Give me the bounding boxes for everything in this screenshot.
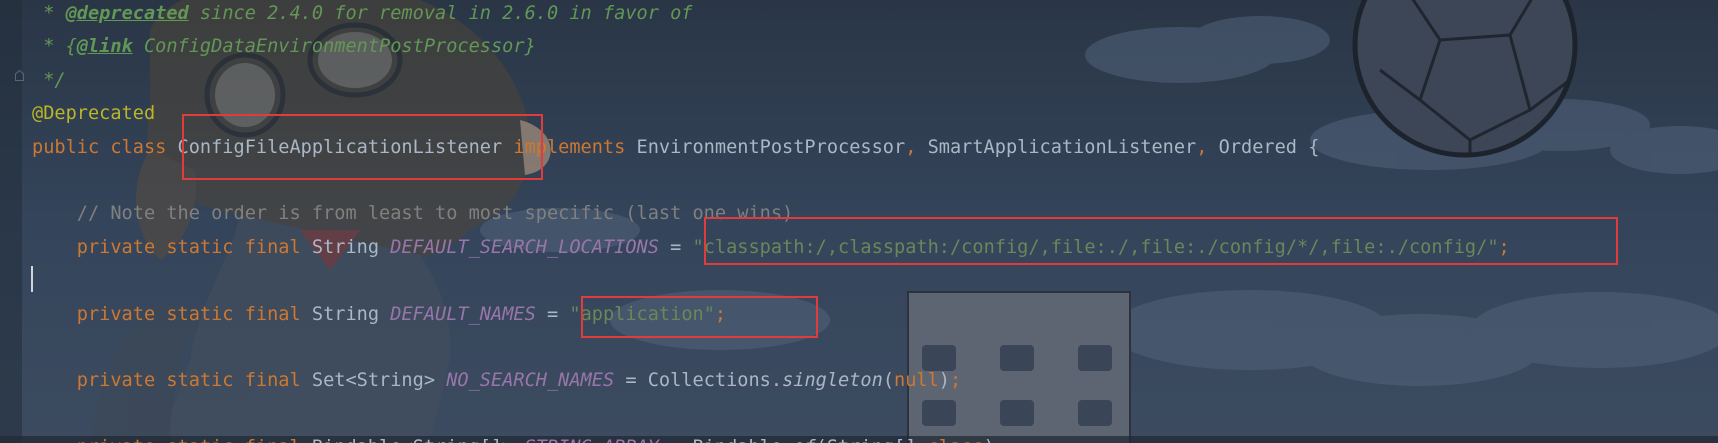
code-token: @deprecated [65,3,189,24]
code-token: private static final [32,370,312,392]
code-line[interactable]: */ [32,64,66,97]
code-token: = Collections. [614,370,783,392]
code-line[interactable]: private static final Set<String> NO_SEAR… [32,364,961,397]
highlight-default-names [581,296,818,338]
code-token: public class [32,136,178,158]
code-editor[interactable]: * @deprecated since 2.4.0 for removal in… [0,0,1718,443]
text-caret [31,266,33,292]
code-token: ; [950,370,962,392]
code-token: * { [32,36,77,58]
code-token: ); [984,437,1006,443]
code-token: Bindable<String[]> [312,437,525,443]
code-token: (String[]. [816,437,928,443]
code-token: of [793,437,815,443]
code-token: = [658,236,693,258]
code-token: singleton [782,370,883,392]
code-token: Ordered { [1218,136,1320,158]
code-token: private static final [32,236,312,258]
code-token: Set<String> [311,370,447,392]
code-token: String [311,303,391,325]
code-token: = Bindable. [659,437,793,443]
code-token: since 2.4.0 for removal in 2.6.0 in favo… [188,3,693,24]
code-token: @link [76,36,133,58]
code-token: DEFAULT_SEARCH_LOCATIONS [390,236,659,258]
code-token: , [905,136,928,158]
code-token: = [535,303,570,325]
code-token: ( [882,370,895,392]
code-token: SmartApplicationListener [927,136,1197,158]
code-token: } [524,36,536,58]
code-line[interactable]: @Deprecated [32,97,155,130]
code-token: class [928,437,984,443]
code-token: NO_SEARCH_NAMES [446,370,615,392]
code-token: */ [32,69,66,91]
code-token: DEFAULT_NAMES [390,303,536,325]
code-token: * [32,3,66,24]
code-line[interactable]: // Note the order is from least to most … [32,197,793,230]
code-token: EnvironmentPostProcessor [636,136,906,158]
code-token: String [311,236,391,258]
code-token: private static final [32,303,312,325]
code-token: @Deprecated [32,103,156,125]
code-line[interactable]: private static final Bindable<String[]> … [32,431,1006,443]
code-token: ) [938,370,950,392]
highlight-search-locations [704,217,1618,265]
code-token: private static final [32,437,312,443]
code-token: // Note the order is from least to most … [32,203,794,225]
highlight-class-name [182,114,543,180]
code-token: , [1196,136,1219,158]
code-token: ConfigDataEnvironmentPostProcessor [132,36,525,58]
code-token: null [894,370,939,392]
code-token: STRING_ARRAY [525,437,659,443]
code-line[interactable]: * {@link ConfigDataEnvironmentPostProces… [32,30,536,63]
code-line[interactable]: * @deprecated since 2.4.0 for removal in… [32,0,692,30]
